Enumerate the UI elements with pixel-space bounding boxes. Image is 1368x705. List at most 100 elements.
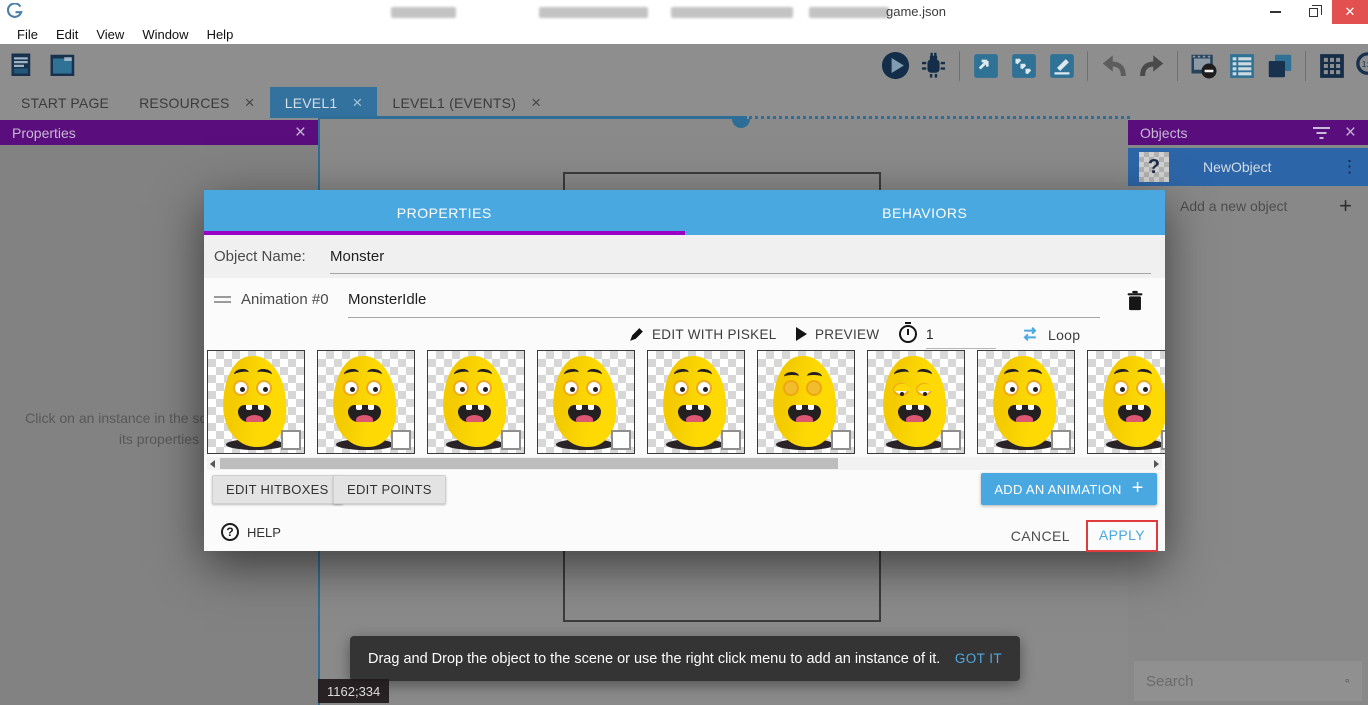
redo-icon[interactable]: [1136, 50, 1167, 81]
tab-close-icon[interactable]: ×: [352, 93, 362, 113]
tab-behaviors[interactable]: BEHAVIORS: [685, 190, 1166, 235]
animation-frame-3[interactable]: [537, 350, 635, 454]
object-name-input[interactable]: Monster: [330, 248, 1151, 274]
tab-close-icon[interactable]: ×: [531, 93, 541, 113]
tab-bar: START PAGERESOURCES×LEVEL1×LEVEL1 (EVENT…: [0, 87, 1368, 118]
export-page-icon[interactable]: [970, 50, 1001, 81]
animation-frame-4[interactable]: [647, 350, 745, 454]
minimize-button[interactable]: [1256, 0, 1294, 24]
menu-item-file[interactable]: File: [8, 27, 47, 42]
restore-icon: [1309, 8, 1318, 17]
scene-ruler-handle[interactable]: [732, 119, 750, 128]
monster-tooth: [356, 405, 362, 410]
remove-instances-icon[interactable]: [1188, 50, 1219, 81]
frame-checkbox[interactable]: [391, 430, 411, 450]
help-button[interactable]: ? HELP: [221, 523, 281, 541]
object-menu-kebab-icon[interactable]: ⋮: [1341, 157, 1358, 177]
monster-eye: [806, 380, 822, 396]
animation-frame-7[interactable]: [977, 350, 1075, 454]
animation-frame-5[interactable]: [757, 350, 855, 454]
scroll-left-icon[interactable]: [210, 460, 215, 468]
project-manager-icon[interactable]: [8, 50, 39, 81]
object-layers-icon[interactable]: [1264, 50, 1295, 81]
edit-with-piskel-button[interactable]: EDIT WITH PISKEL: [652, 327, 777, 342]
import-page-icon[interactable]: [1008, 50, 1039, 81]
animation-frame-1[interactable]: [317, 350, 415, 454]
add-animation-button[interactable]: ADD AN ANIMATION +: [981, 473, 1157, 505]
frame-checkbox[interactable]: [1051, 430, 1071, 450]
svg-text:1:1: 1:1: [1362, 59, 1368, 69]
monster-mouth: [788, 405, 821, 422]
preview-button[interactable]: PREVIEW: [815, 327, 879, 342]
object-list-item-newobject[interactable]: ? NewObject ⋮: [1128, 148, 1368, 186]
tab-level1[interactable]: LEVEL1×: [270, 87, 378, 118]
redacted-title-segment: [809, 7, 889, 18]
frames-scrollbar[interactable]: [207, 457, 1162, 470]
monster-tooth: [1028, 405, 1034, 410]
frame-checkbox[interactable]: [941, 430, 961, 450]
scene-ruler-line: [320, 116, 744, 119]
monster-body: [1101, 355, 1165, 448]
preview-play-icon[interactable]: [880, 50, 911, 81]
frame-checkbox[interactable]: [611, 430, 631, 450]
close-panel-icon[interactable]: ×: [1345, 123, 1356, 142]
monster-body: [881, 355, 947, 448]
scroll-right-icon[interactable]: [1154, 460, 1159, 468]
frame-checkbox[interactable]: [1161, 430, 1165, 450]
undo-icon[interactable]: [1098, 50, 1129, 81]
animation-frame-8[interactable]: [1087, 350, 1165, 454]
zoom-one-to-one-icon[interactable]: 1:1: [1354, 50, 1368, 81]
monster-tooth: [576, 405, 582, 410]
redacted-title-segment: [539, 7, 648, 18]
close-button[interactable]: ✕: [1332, 0, 1368, 24]
frame-checkbox[interactable]: [721, 430, 741, 450]
scrollbar-thumb[interactable]: [220, 458, 838, 469]
menu-item-edit[interactable]: Edit: [47, 27, 87, 42]
monster-tongue: [906, 415, 923, 422]
monster-eye: [476, 380, 492, 396]
menu-item-window[interactable]: Window: [133, 27, 197, 42]
tab-close-icon[interactable]: ×: [245, 93, 255, 113]
restore-button[interactable]: [1294, 0, 1332, 24]
close-panel-icon[interactable]: ×: [295, 123, 306, 142]
frame-checkbox[interactable]: [831, 430, 851, 450]
edit-points-button[interactable]: EDIT POINTS: [333, 475, 446, 504]
cancel-button[interactable]: CANCEL: [1011, 528, 1070, 544]
frame-checkbox[interactable]: [501, 430, 521, 450]
monster-pupil: [1010, 387, 1015, 392]
edit-hitboxes-button[interactable]: EDIT HITBOXES: [212, 475, 343, 504]
tab-properties[interactable]: PROPERTIES: [204, 190, 685, 235]
delete-animation-button[interactable]: [1124, 288, 1148, 314]
menu-item-help[interactable]: Help: [198, 27, 243, 42]
monster-body: [221, 355, 287, 448]
monster-body: [991, 355, 1057, 448]
filter-icon[interactable]: [1312, 126, 1331, 140]
monster-tooth: [368, 405, 374, 410]
help-label: HELP: [247, 525, 281, 540]
tab-level1-events[interactable]: LEVEL1 (EVENTS)×: [377, 87, 556, 118]
plus-icon: +: [1132, 477, 1144, 500]
monster-tooth: [246, 405, 252, 410]
add-object-plus-icon[interactable]: +: [1339, 193, 1352, 219]
tab-resources[interactable]: RESOURCES×: [124, 87, 270, 118]
edit-page-icon[interactable]: [1046, 50, 1077, 81]
menu-item-view[interactable]: View: [87, 27, 133, 42]
animation-frame-2[interactable]: [427, 350, 525, 454]
drag-handle-icon[interactable]: [214, 296, 231, 306]
loop-toggle[interactable]: Loop: [1048, 327, 1080, 343]
object-search-input[interactable]: [1146, 673, 1345, 690]
tab-start-page[interactable]: START PAGE: [6, 87, 124, 118]
animation-name-input[interactable]: MonsterIdle: [348, 291, 1100, 318]
grid-icon[interactable]: [1316, 50, 1347, 81]
apply-button[interactable]: APPLY: [1099, 527, 1145, 543]
time-between-frames-input[interactable]: 1: [926, 327, 996, 349]
start-page-icon[interactable]: [47, 50, 78, 81]
instances-list-icon[interactable]: [1226, 50, 1257, 81]
animation-frame-6[interactable]: [867, 350, 965, 454]
frame-checkbox[interactable]: [281, 430, 301, 450]
got-it-button[interactable]: GOT IT: [955, 651, 1002, 666]
animation-frame-0[interactable]: [207, 350, 305, 454]
monster-pupil: [703, 387, 708, 392]
monster-mouth: [678, 405, 711, 422]
debug-icon[interactable]: [918, 50, 949, 81]
